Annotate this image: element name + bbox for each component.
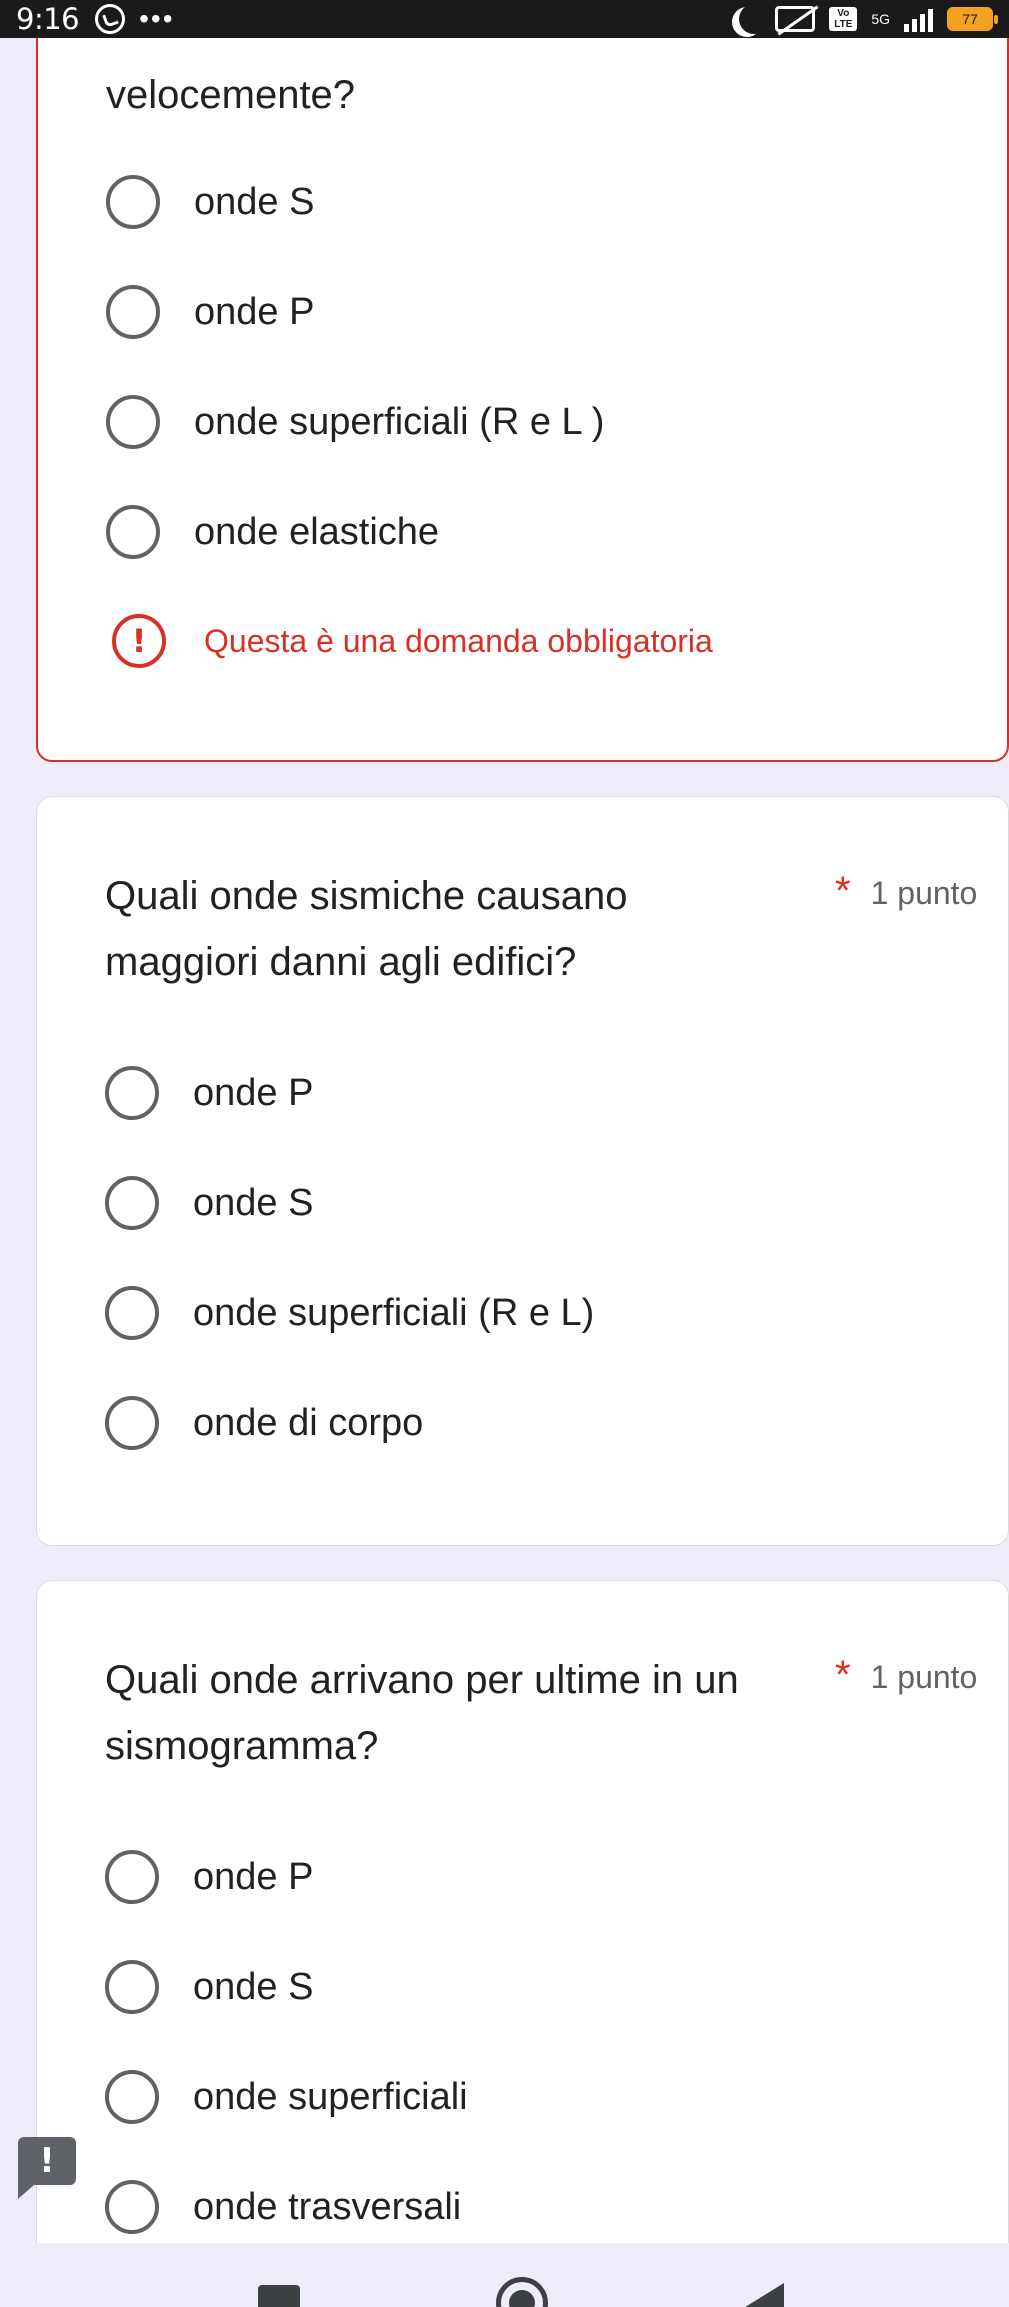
option-onde-s[interactable]: onde S [105,1173,955,1233]
radio-button[interactable] [105,1396,159,1450]
option-label: onde S [193,1181,314,1224]
signal-icon [904,6,933,32]
points-label: 1 punto [870,1659,978,1695]
battery-icon: 77 [947,7,998,31]
question-title: velocemente? [106,73,356,117]
option-onde-elastiche[interactable]: onde elastiche [106,502,956,562]
question-card-1: velocemente? onde S onde P onde superfic… [36,0,1009,762]
whatsapp-icon [95,4,126,34]
option-onde-s[interactable]: onde S [105,1957,955,2017]
radio-button[interactable] [105,1066,159,1120]
option-onde-p[interactable]: onde P [105,1847,955,1907]
system-nav-bar [0,2243,1009,2307]
more-notifications-icon: ••• [139,3,175,34]
option-label: onde S [193,1965,314,2008]
radio-button[interactable] [105,2180,159,2234]
question-card-2: Quali onde sismiche causano maggiori dan… [36,796,1009,1546]
radio-button[interactable] [106,395,160,449]
points-label: 1 punto [870,875,978,911]
required-asterisk: * [835,1653,851,1697]
vibrate-off-icon [775,6,816,32]
option-onde-p[interactable]: onde P [105,1063,955,1123]
required-error: ! Questa è una domanda obbligatoria [112,614,713,668]
question-header: Quali onde arrivano per ultime in un sis… [105,1647,985,1779]
back-button[interactable] [742,2283,784,2307]
option-label: onde superficiali (R e L) [193,1291,595,1334]
option-onde-di-corpo[interactable]: onde di corpo [105,1393,955,1453]
question-title: Quali onde arrivano per ultime in un sis… [105,1658,739,1768]
volte-badge: Vo LTE [829,7,858,31]
question-card-3: Quali onde arrivano per ultime in un sis… [36,1580,1009,2307]
status-time: 9:16 [16,2,80,36]
home-button[interactable] [496,2277,548,2307]
status-icons: Vo LTE 5G 77 [731,4,998,34]
option-label: onde P [194,290,315,333]
option-label: onde superficiali (R e L ) [194,400,605,443]
question-header: Quali onde sismiche causano maggiori dan… [105,863,985,995]
radio-button[interactable] [105,1850,159,1904]
recent-apps-button[interactable] [258,2285,300,2307]
option-onde-superficiali[interactable]: onde superficiali (R e L) [105,1283,955,1343]
status-bar: 9:16 ••• Vo LTE 5G 77 [0,0,1009,38]
radio-button[interactable] [105,1960,159,2014]
option-label: onde elastiche [194,510,440,553]
option-label: onde superficiali [193,2075,468,2118]
option-onde-p[interactable]: onde P [106,282,956,342]
option-label: onde P [193,1071,314,1114]
required-asterisk: * [835,869,851,913]
question-meta: * 1 punto [835,1655,977,1696]
radio-button[interactable] [106,175,160,229]
option-label: onde S [194,180,315,223]
error-icon: ! [112,614,166,668]
option-label: onde P [193,1855,314,1898]
option-onde-superficiali[interactable]: onde superficiali (R e L ) [106,392,956,452]
radio-button[interactable] [105,1176,159,1230]
option-label: onde di corpo [193,1401,424,1444]
question-meta: * 1 punto [835,871,977,912]
option-label: onde trasversali [193,2185,462,2228]
network-type: 5G [871,11,890,27]
option-onde-s[interactable]: onde S [106,172,956,232]
feedback-button[interactable]: ! [18,2137,76,2199]
option-onde-superficiali[interactable]: onde superficiali [105,2067,955,2127]
radio-button[interactable] [106,285,160,339]
radio-button[interactable] [105,2070,159,2124]
radio-button[interactable] [106,505,160,559]
question-title: Quali onde sismiche causano maggiori dan… [105,874,628,984]
error-message: Questa è una domanda obbligatoria [204,622,713,659]
radio-button[interactable] [105,1286,159,1340]
option-onde-trasversali[interactable]: onde trasversali [105,2177,955,2237]
moon-icon [739,4,769,34]
